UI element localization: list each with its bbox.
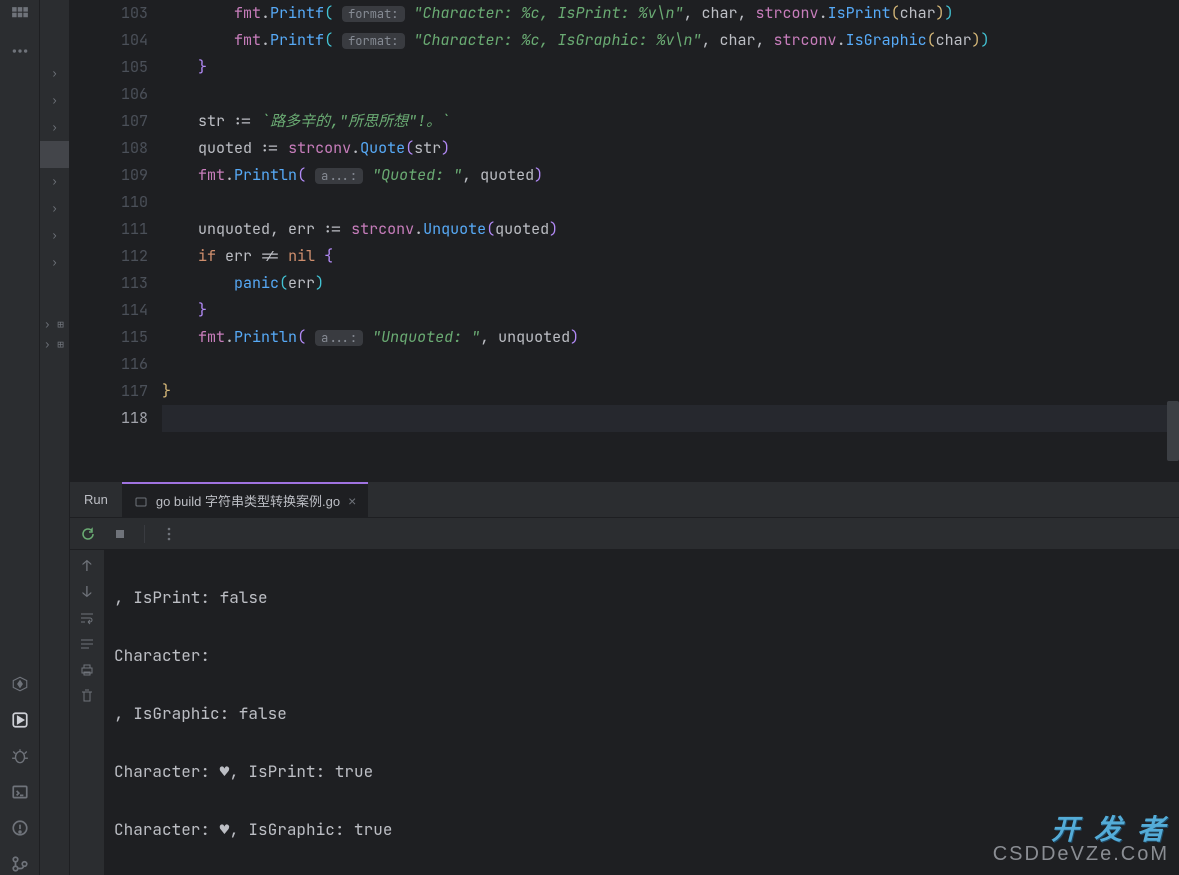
line-number: 115 [70,324,148,351]
problems-icon[interactable] [9,817,31,839]
line-number: 113 [70,270,148,297]
scroll-up-icon[interactable]: ↑ [79,558,95,574]
run-label[interactable]: Run [70,492,122,507]
more-actions-icon[interactable] [161,526,177,542]
editor[interactable]: 103 104 105 106 107 108 109 110 111 112 … [70,0,1179,481]
apps-icon[interactable] [9,4,31,26]
trash-icon[interactable] [79,688,95,704]
line-number: 103 [70,0,148,27]
line-number: 106 [70,81,148,108]
line-number: 104 [70,27,148,54]
terminal-icon[interactable] [9,781,31,803]
console-line: Character: [114,641,1169,670]
profiler-icon[interactable] [9,673,31,695]
print-icon[interactable] [79,662,95,678]
line-number: 107 [70,108,148,135]
console-side-toolbar: ↑ ↓ [70,550,104,875]
go-icon [134,494,148,508]
console-output[interactable]: , IsPrint: false Character: , IsGraphic:… [104,550,1179,875]
line-number: 108 [70,135,148,162]
left-tool-strip [0,0,40,875]
project-tree-strip[interactable]: › › › › › › › › ⊞ › ⊞ [40,0,70,875]
tab-title: go build 字符串类型转换案例.go [156,491,340,510]
line-number: 116 [70,351,148,378]
stop-icon[interactable] [112,526,128,542]
bottom-panel: Run go build 字符串类型转换案例.go × ↑ ↓ [70,481,1179,875]
line-number: 112 [70,243,148,270]
line-number: 118 [70,405,148,432]
minimap[interactable] [1167,0,1179,481]
line-number: 110 [70,189,148,216]
console-line: Character: ♥, IsPrint: true [114,757,1169,786]
run-config-tab[interactable]: go build 字符串类型转换案例.go × [122,482,368,518]
console-line: , IsGraphic: false [114,699,1169,728]
line-number: 105 [70,54,148,81]
scroll-down-icon[interactable]: ↓ [79,584,95,600]
close-icon[interactable]: × [348,493,356,509]
more-icon[interactable] [9,40,31,62]
line-number: 114 [70,297,148,324]
gutter: 103 104 105 106 107 108 109 110 111 112 … [70,0,162,481]
soft-wrap-icon[interactable] [79,610,95,626]
watermark: CSDDeVZe.CoM [993,840,1169,869]
run-icon[interactable] [9,709,31,731]
console-line: , IsPrint: false [114,583,1169,612]
rerun-icon[interactable] [80,526,96,542]
line-number: 109 [70,162,148,189]
vcs-icon[interactable] [9,853,31,875]
code-area[interactable]: fmt.Printf( format: "Character: %c, IsPr… [162,0,1179,481]
run-tabs: Run go build 字符串类型转换案例.go × [70,482,1179,518]
debug-icon[interactable] [9,745,31,767]
scroll-to-end-icon[interactable] [79,636,95,652]
line-number: 111 [70,216,148,243]
run-toolbar [70,518,1179,550]
line-number: 117 [70,378,148,405]
